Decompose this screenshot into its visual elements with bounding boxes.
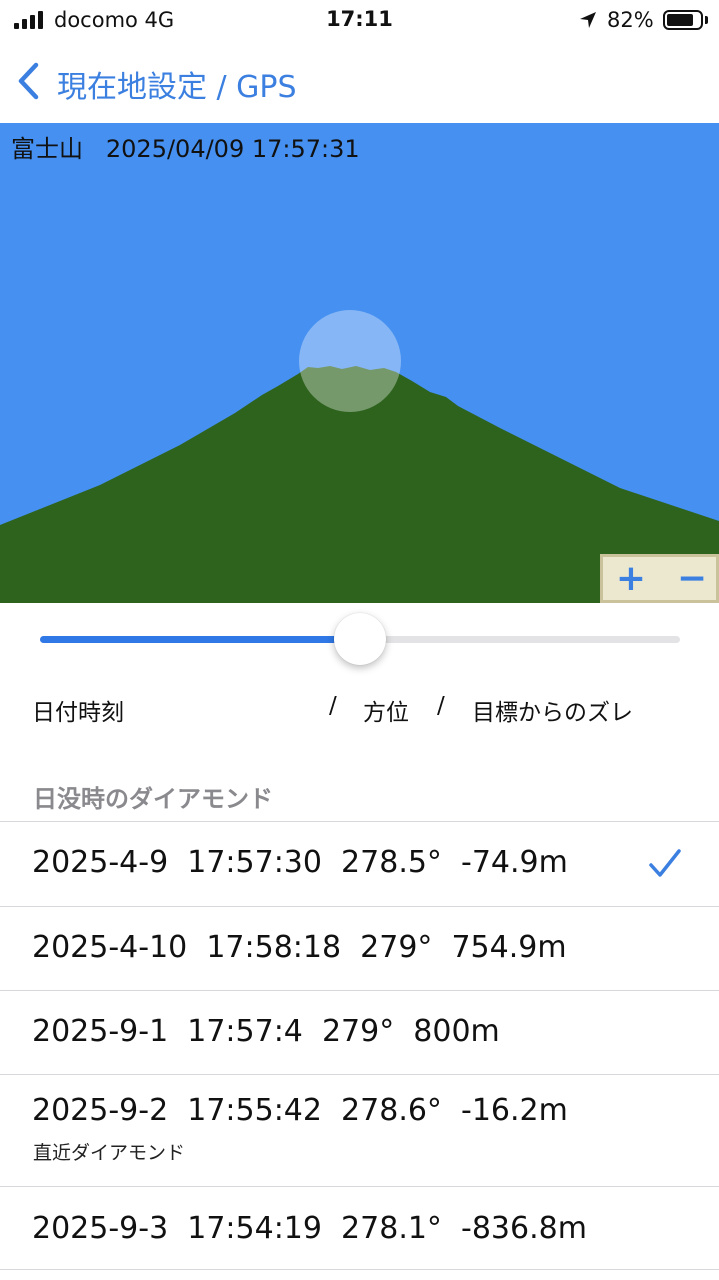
page-title[interactable]: 現在地設定 / GPS — [57, 62, 297, 106]
list-item[interactable]: 2025-4-9 17:57:30 278.5° -74.9m — [0, 821, 719, 906]
sun-disc — [299, 310, 401, 412]
battery-level — [667, 14, 693, 26]
column-separator: / — [329, 693, 337, 719]
row-text: 2025-9-3 17:54:19 278.1° -836.8m — [32, 1211, 587, 1246]
mountain-scene — [0, 123, 719, 603]
back-chevron-icon[interactable] — [14, 60, 44, 102]
list-item[interactable]: 2025-9-3 17:54:19 278.1° -836.8m — [0, 1186, 719, 1270]
zoom-control: + − — [600, 554, 719, 603]
navigation-bar: 現在地設定 / GPS — [0, 50, 719, 112]
row-text: 2025-9-1 17:57:4 279° 800m — [32, 1014, 500, 1049]
row-text: 2025-4-10 17:58:18 279° 754.9m — [32, 930, 567, 965]
section-title: 日没時のダイアモンド — [33, 785, 273, 813]
battery-icon — [663, 10, 703, 30]
checkmark-icon — [649, 849, 681, 877]
location-arrow-icon — [580, 12, 596, 28]
slider-thumb[interactable] — [334, 613, 386, 665]
column-separator: / — [437, 693, 445, 719]
row-text: 2025-9-2 17:55:42 278.6° -16.2m — [32, 1093, 568, 1128]
status-bar: docomo 4G 17:11 82% — [0, 0, 719, 40]
time-slider[interactable] — [40, 612, 680, 668]
list-item[interactable]: 2025-4-10 17:58:18 279° 754.9m — [0, 906, 719, 990]
mountain-view[interactable]: 富士山 2025/04/09 17:57:31 + − — [0, 123, 719, 603]
column-offset: 目標からのズレ — [472, 700, 633, 726]
view-caption: 富士山 2025/04/09 17:57:31 — [11, 135, 360, 163]
row-text: 2025-4-9 17:57:30 278.5° -74.9m — [32, 845, 568, 880]
row-note: 直近ダイアモンド — [33, 1142, 186, 1164]
column-azimuth: 方位 — [363, 700, 409, 726]
battery-nub — [705, 16, 708, 24]
diamond-list: 2025-4-9 17:57:30 278.5° -74.9m 2025-4-1… — [0, 821, 719, 1270]
zoom-in-button[interactable]: + — [603, 557, 659, 600]
zoom-out-button[interactable]: − — [664, 557, 719, 600]
list-item[interactable]: 2025-9-1 17:57:4 279° 800m — [0, 990, 719, 1074]
slider-fill — [40, 636, 360, 643]
battery-percent: 82% — [607, 8, 654, 32]
list-item[interactable]: 2025-9-2 17:55:42 278.6° -16.2m 直近ダイアモンド — [0, 1074, 719, 1186]
column-datetime: 日付時刻 — [32, 700, 124, 726]
